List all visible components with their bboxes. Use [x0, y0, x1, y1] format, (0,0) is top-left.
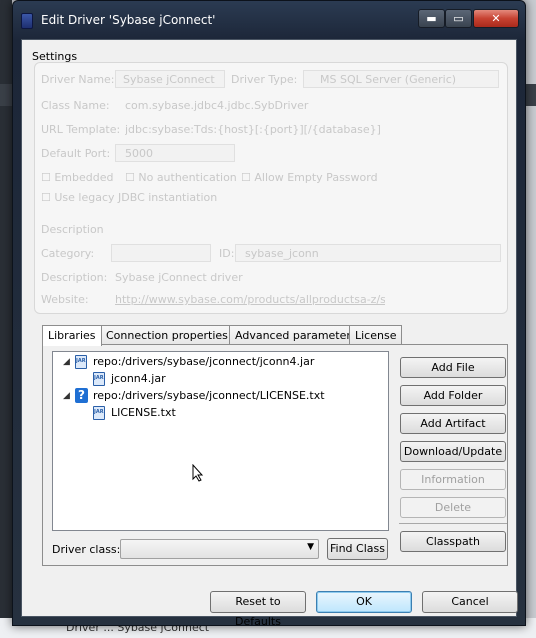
class-name-label: Class Name: — [41, 99, 110, 112]
url-template-value: jdbc:sybase:Tds:{host}[:{port}][/{databa… — [125, 123, 381, 136]
window-title: Edit Driver 'Sybase jConnect' — [41, 13, 216, 27]
website-label: Website: — [41, 293, 89, 306]
tree-item-jconn4-repo[interactable]: ◢ repo:/drivers/sybase/jconnect/jconn4.j… — [53, 353, 383, 370]
class-name-value: com.sybase.jdbc4.jdbc.SybDriver — [125, 99, 309, 112]
dialog-content: Settings Driver Name: Sybase jConnect Dr… — [21, 39, 518, 628]
jar-icon — [93, 404, 105, 420]
tree-item-license-txt[interactable]: LICENSE.txt — [53, 404, 383, 421]
category-select[interactable] — [111, 244, 211, 262]
tree-item-jconn4-jar[interactable]: jconn4.jar — [53, 370, 383, 387]
no-auth-checkbox[interactable]: ☐ No authentication — [125, 171, 237, 184]
tree-item-label: jconn4.jar — [111, 372, 166, 385]
driver-class-select[interactable]: ▼ — [120, 539, 319, 559]
tab-libraries[interactable]: Libraries — [42, 325, 102, 346]
driver-type-value: MS SQL Server (Generic) — [320, 73, 457, 86]
add-file-button[interactable]: Add File — [400, 357, 506, 378]
jar-icon — [93, 370, 105, 386]
button-separator — [399, 523, 507, 524]
mouse-cursor-icon — [192, 463, 204, 486]
classpath-button[interactable]: Classpath — [400, 531, 506, 552]
settings-panel: Driver Name: Sybase jConnect Driver Type… — [34, 62, 508, 314]
reset-to-defaults-button[interactable]: Reset to Defaults — [210, 591, 306, 628]
maximize-button[interactable]: ▭ — [445, 9, 472, 28]
tree-item-license-repo[interactable]: ◢ ? repo:/drivers/sybase/jconnect/LICENS… — [53, 388, 383, 404]
libraries-panel: ◢ repo:/drivers/sybase/jconnect/jconn4.j… — [42, 344, 508, 566]
website-link[interactable]: http://www.sybase.com/products/allproduc… — [115, 293, 385, 306]
tree-item-label: LICENSE.txt — [111, 406, 176, 419]
add-folder-button[interactable]: Add Folder — [400, 385, 506, 406]
close-button[interactable]: ✕ — [473, 9, 519, 28]
collapse-icon[interactable]: ◢ — [63, 354, 70, 370]
tree-item-label: repo:/drivers/sybase/jconnect/jconn4.jar — [93, 355, 315, 368]
find-class-button[interactable]: Find Class — [327, 538, 388, 560]
chevron-down-icon: ▼ — [307, 542, 314, 552]
tree-item-label: repo:/drivers/sybase/jconnect/LICENSE.tx… — [93, 389, 325, 402]
ok-button[interactable]: OK — [316, 591, 412, 613]
id-value: sybase_jconn — [245, 247, 319, 260]
default-port-value: 5000 — [125, 147, 153, 160]
embedded-checkbox[interactable]: ☐ Embedded — [41, 171, 114, 184]
delete-button[interactable]: Delete — [400, 497, 506, 518]
driver-type-label: Driver Type: — [231, 73, 298, 86]
allow-empty-password-checkbox[interactable]: ☐ Allow Empty Password — [241, 171, 378, 184]
collapse-icon[interactable]: ◢ — [63, 388, 70, 404]
driver-name-label: Driver Name: — [41, 73, 115, 86]
default-port-label: Default Port: — [41, 147, 111, 160]
cancel-button[interactable]: Cancel — [422, 591, 518, 613]
legacy-jdbc-checkbox[interactable]: ☐ Use legacy JDBC instantiation — [41, 191, 217, 204]
description-section-label: Description — [41, 223, 104, 236]
minimize-button[interactable]: ▬ — [418, 9, 445, 28]
tab-license[interactable]: License — [349, 325, 403, 345]
add-artifact-button[interactable]: Add Artifact — [400, 413, 506, 434]
url-template-label: URL Template: — [41, 123, 121, 136]
help-icon: ? — [75, 388, 88, 403]
jar-icon — [75, 353, 87, 369]
tab-advanced-parameters[interactable]: Advanced parameters — [229, 325, 363, 345]
driver-class-label: Driver class: — [52, 543, 121, 556]
driver-name-value: Sybase jConnect — [123, 73, 215, 86]
information-button[interactable]: Information — [400, 469, 506, 490]
category-label: Category: — [41, 247, 95, 260]
library-tree[interactable]: ◢ repo:/drivers/sybase/jconnect/jconn4.j… — [52, 351, 389, 531]
edit-driver-dialog: Edit Driver 'Sybase jConnect' ▬ ▭ ✕ Sett… — [12, 0, 526, 628]
description-label: Description: — [41, 271, 108, 284]
id-label: ID: — [219, 247, 235, 260]
download-update-button[interactable]: Download/Update — [400, 441, 506, 462]
tab-connection-properties[interactable]: Connection properties — [100, 325, 234, 345]
app-icon — [21, 13, 33, 29]
description-value: Sybase jConnect driver — [115, 271, 243, 284]
title-bar[interactable]: Edit Driver 'Sybase jConnect' ▬ ▭ ✕ — [13, 1, 525, 39]
